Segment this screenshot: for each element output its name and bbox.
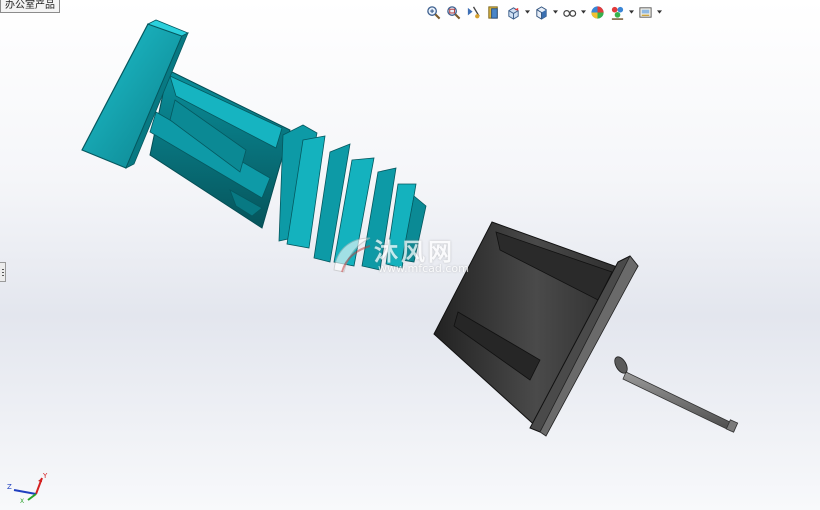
triad-z-label: Z [7,483,12,491]
watermark-logo-icon [333,237,371,273]
pin-part[interactable] [612,355,739,433]
triad-x-label: X [20,498,24,504]
watermark-url: www.mfcad.com [378,262,469,275]
triad-y-label: Y [42,472,48,480]
watermark: 沐风网 www.mfcad.com [330,232,500,280]
coordinate-triad: Y Z X [7,472,48,504]
